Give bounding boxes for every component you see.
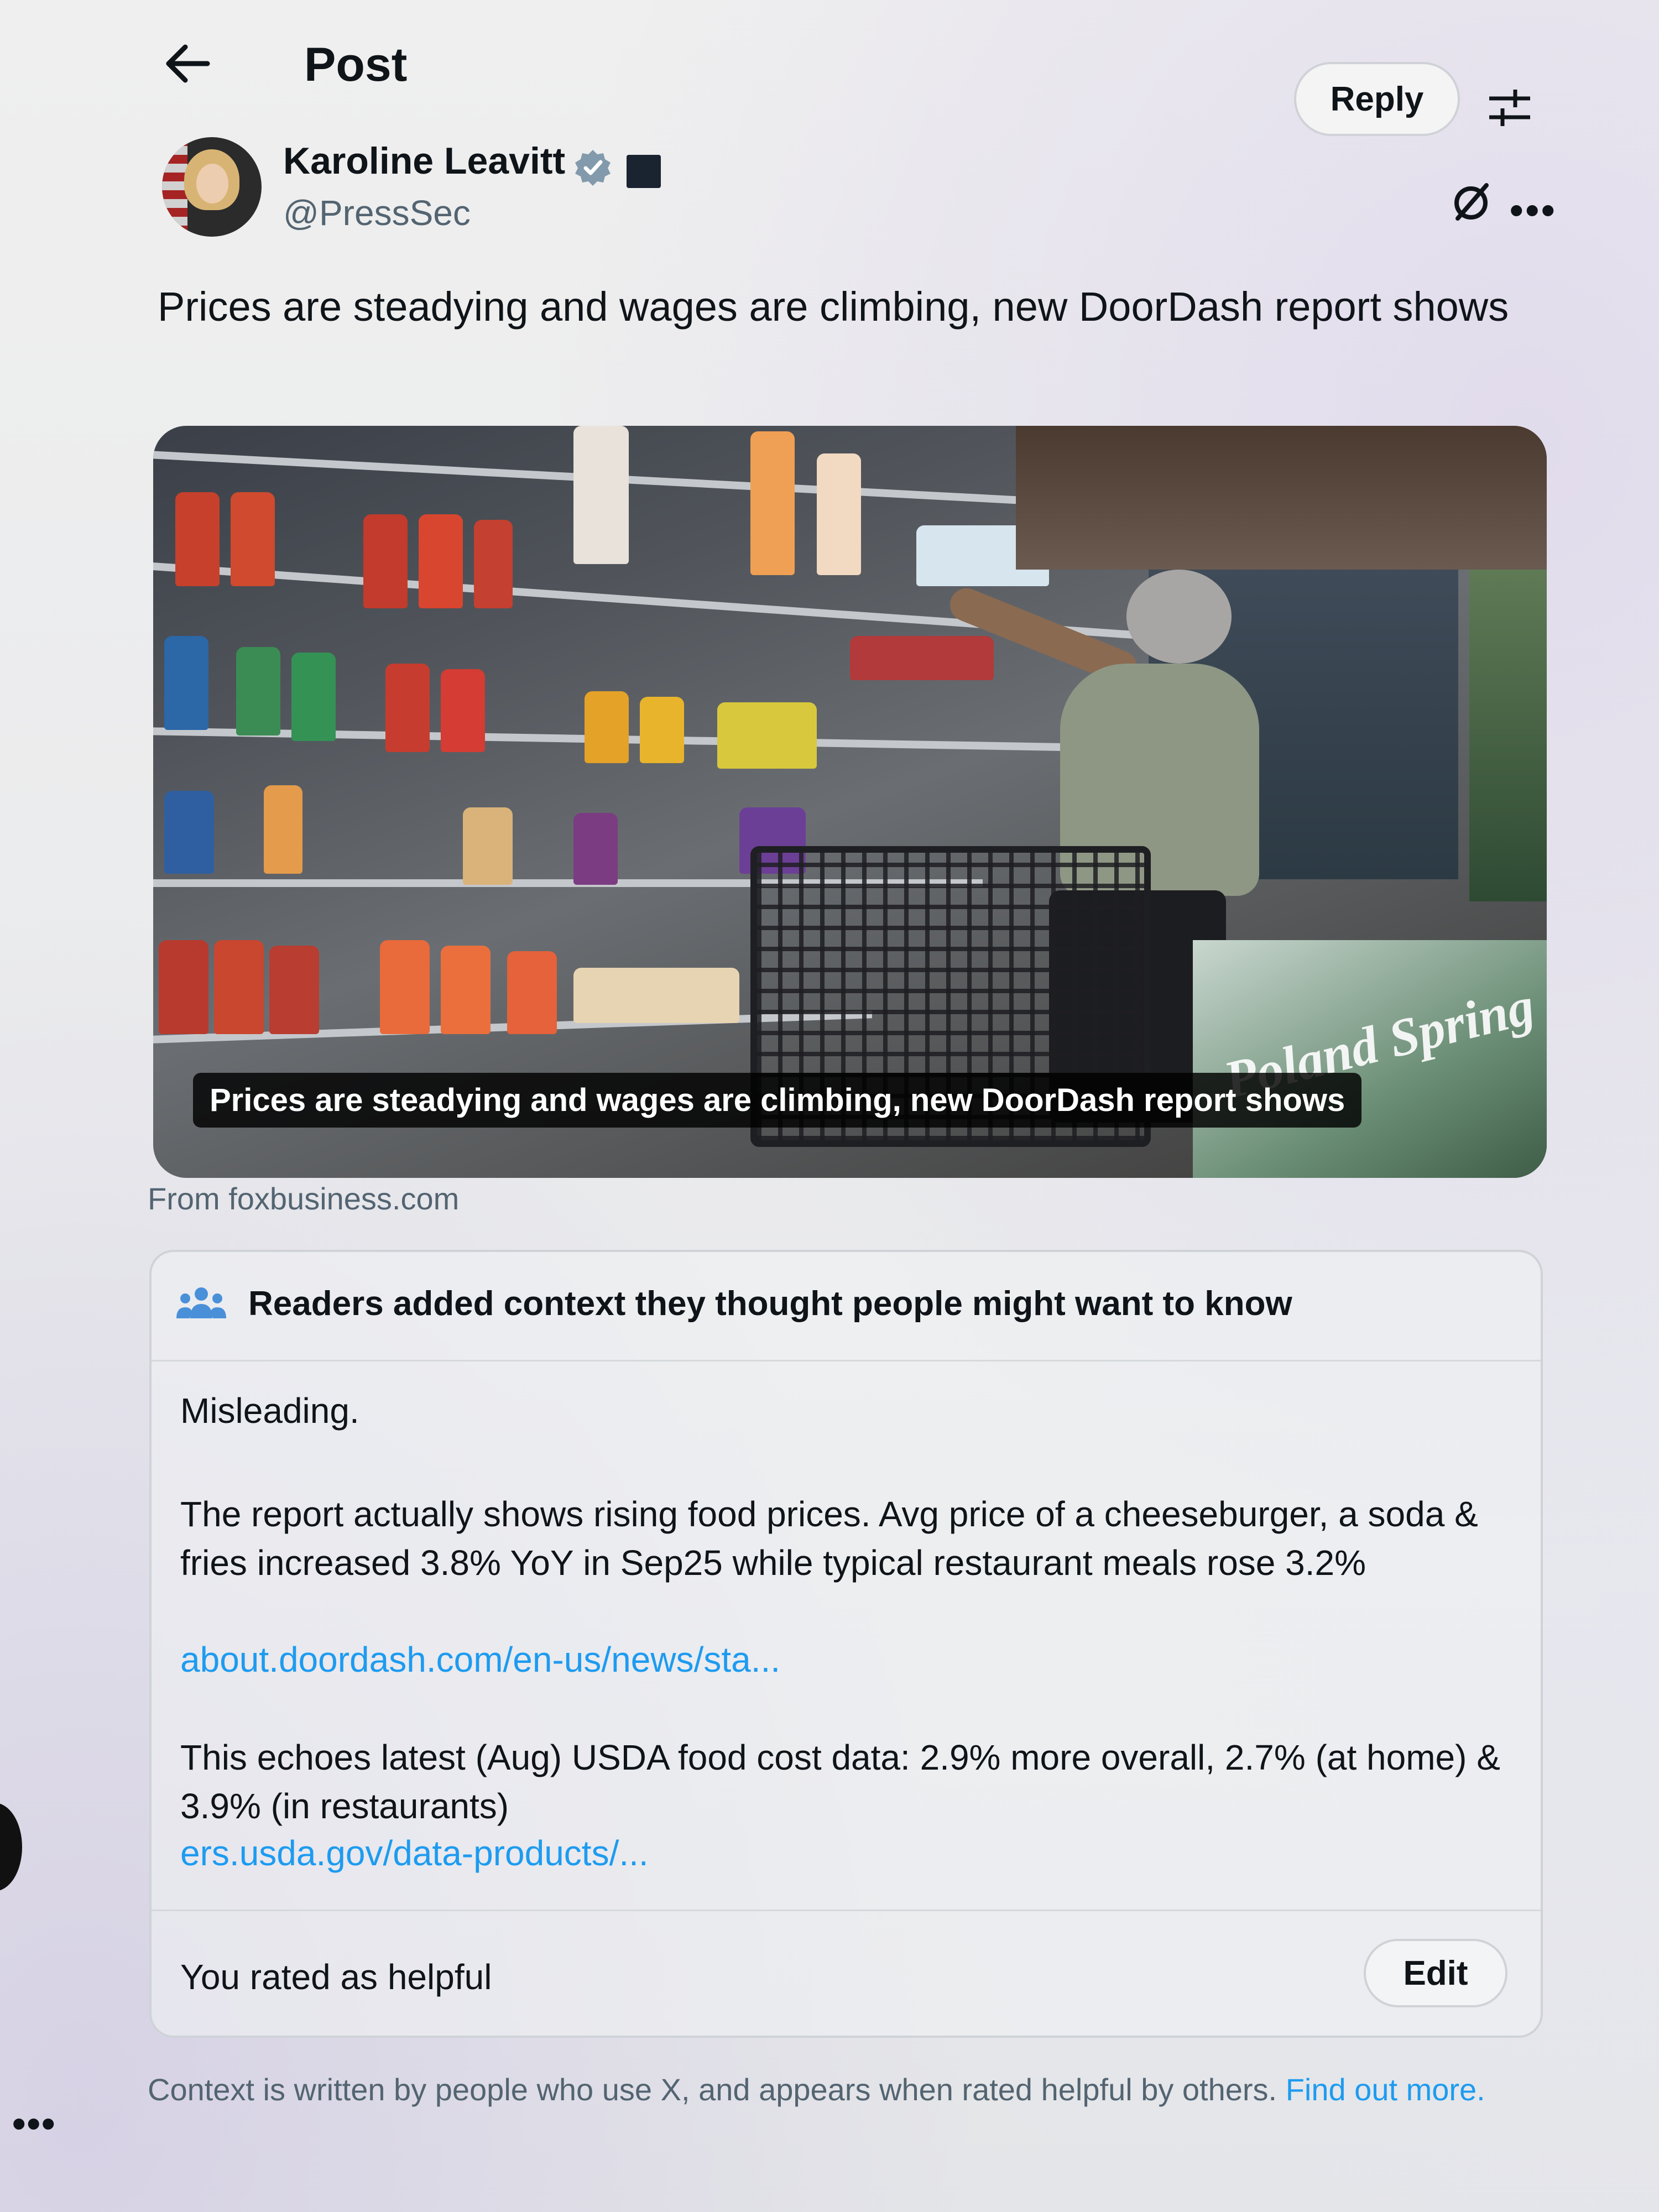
link-card-source[interactable]: From foxbusiness.com — [148, 1181, 459, 1217]
community-note-title: Readers added context they thought peopl… — [248, 1285, 1292, 1323]
post-page: Post Reply Karoline Leavitt @PressSec ••… — [124, 0, 1557, 2212]
note-link-1[interactable]: about.doordash.com/en-us/news/sta... — [180, 1639, 780, 1680]
rated-status: You rated as helpful — [180, 1957, 492, 1997]
link-card-image[interactable]: Poland Spring Prices are steadying and w… — [153, 426, 1547, 1178]
avatar[interactable] — [162, 137, 262, 237]
note-rating-footer: You rated as helpful Edit — [152, 1910, 1541, 2036]
note-link-2[interactable]: ers.usda.gov/data-products/... — [180, 1833, 649, 1874]
author-name[interactable]: Karoline Leavitt — [283, 139, 565, 182]
author-handle[interactable]: @PressSec — [283, 192, 471, 233]
note-paragraph-2: This echoes latest (Aug) USDA food cost … — [180, 1738, 1500, 1826]
verified-badge-icon[interactable] — [573, 148, 612, 187]
context-info-text: Context is written by people who use X, … — [148, 2072, 1277, 2107]
link-card-caption[interactable]: Prices are steadying and wages are climb… — [193, 1073, 1362, 1128]
reply-button[interactable]: Reply — [1294, 62, 1460, 136]
sliders-icon[interactable] — [1485, 83, 1535, 133]
page-title: Post — [304, 38, 408, 91]
note-paragraph-1: The report actually shows rising food pr… — [180, 1494, 1478, 1583]
post-text: Prices are steadying and wages are climb… — [158, 284, 1509, 330]
more-icon[interactable]: ••• — [1510, 188, 1557, 232]
edit-rating-button[interactable]: Edit — [1364, 1939, 1507, 2007]
side-more-icon[interactable]: ••• — [12, 2101, 56, 2146]
find-out-more-link[interactable]: Find out more. — [1286, 2072, 1485, 2107]
community-note: Readers added context they thought peopl… — [149, 1250, 1543, 2038]
note-verdict: Misleading. — [180, 1391, 359, 1431]
community-note-header[interactable]: Readers added context they thought peopl… — [152, 1252, 1541, 1361]
people-icon — [176, 1285, 226, 1324]
affiliation-badge-icon[interactable] — [627, 155, 661, 188]
arrow-left-icon[interactable] — [163, 39, 213, 88]
grok-icon[interactable] — [1449, 180, 1493, 224]
context-info: Context is written by people who use X, … — [148, 2068, 1503, 2111]
